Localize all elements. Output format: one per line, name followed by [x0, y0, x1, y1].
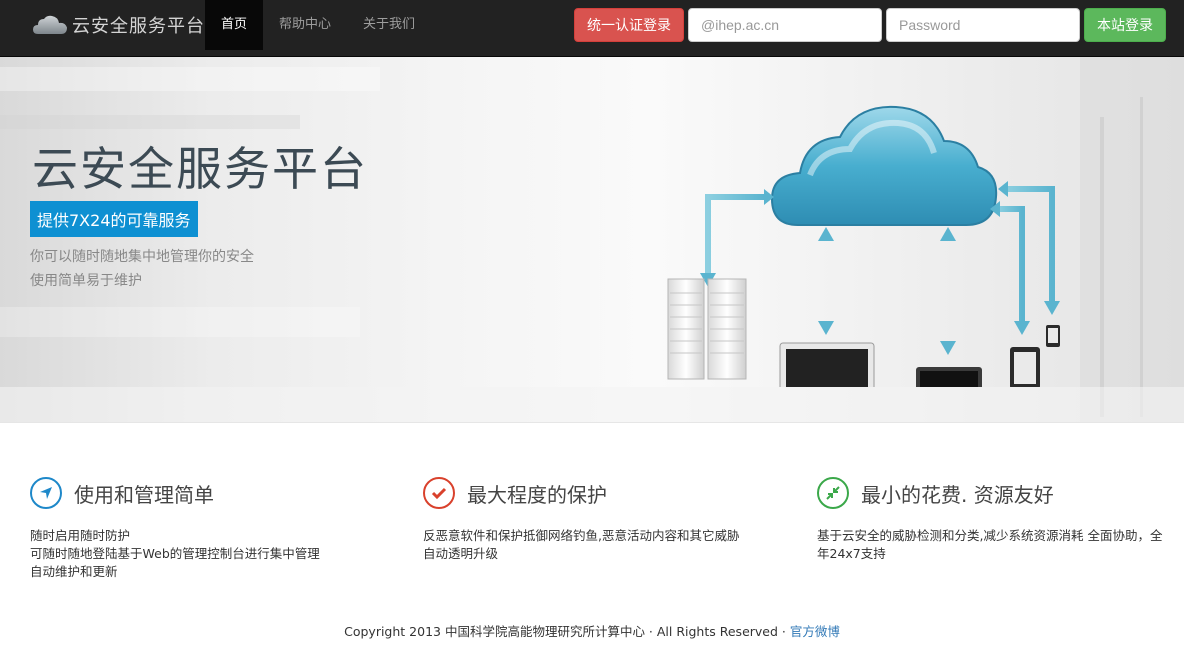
- cloud-logo-icon: [33, 15, 67, 35]
- feature-line: 自动透明升级: [423, 546, 499, 561]
- brand[interactable]: 云安全服务平台: [32, 0, 205, 50]
- login-form: 统一认证登录 本站登录: [574, 8, 1166, 42]
- cloud-network-illustration: [667, 105, 1060, 387]
- feature-title: 使用和管理简单: [74, 482, 214, 507]
- feature-description: 反恶意软件和保护抵御网络钓鱼,恶意活动内容和其它威胁 自动透明升级: [423, 527, 783, 563]
- unified-login-button[interactable]: 统一认证登录: [574, 8, 684, 42]
- feature-line: 年24x7支持: [817, 546, 886, 561]
- main-nav: 首页 帮助中心 关于我们: [205, 0, 431, 50]
- monitor-icon: [779, 342, 875, 387]
- feature-header: 最小的花费. 资源友好: [817, 475, 1177, 511]
- hero-desc-line: 使用简单易于维护: [30, 273, 142, 289]
- hero-badge: 提供7X24的可靠服务: [30, 201, 198, 237]
- feature-line: 随时启用随时防护: [30, 528, 131, 543]
- hero-title: 云安全服务平台: [32, 142, 368, 196]
- feature-header: 使用和管理简单: [30, 475, 390, 511]
- feature-line: 反恶意软件和保护抵御网络钓鱼,恶意活动内容和其它威胁: [423, 528, 740, 543]
- nav-item-help[interactable]: 帮助中心: [263, 0, 347, 50]
- feature-low-cost: 最小的花费. 资源友好 基于云安全的威胁检测和分类,减少系统资源消耗 全面协助，…: [817, 475, 1177, 563]
- feature-line: 可随时随地登陆基于Web的管理控制台进行集中管理: [30, 546, 320, 561]
- feature-max-protection: 最大程度的保护 反恶意软件和保护抵御网络钓鱼,恶意活动内容和其它威胁 自动透明升…: [423, 475, 783, 563]
- username-input[interactable]: [688, 8, 882, 42]
- nav-item-home[interactable]: 首页: [205, 0, 264, 50]
- nav-item-about[interactable]: 关于我们: [347, 0, 431, 50]
- copyright-text: Copyright 2013 中国科学院高能物理研究所计算中心 · All Ri…: [344, 624, 786, 639]
- weibo-link[interactable]: 官方微博: [790, 624, 840, 639]
- feature-line: 基于云安全的威胁检测和分类,减少系统资源消耗 全面协助，全: [817, 528, 1163, 543]
- hero-description: 你可以随时随地集中地管理你的安全 使用简单易于维护: [30, 245, 254, 293]
- navigation-arrow-icon: [30, 477, 62, 509]
- footer: Copyright 2013 中国科学院高能物理研究所计算中心 · All Ri…: [0, 621, 1184, 640]
- feature-title: 最大程度的保护: [467, 482, 607, 507]
- password-input[interactable]: [886, 8, 1080, 42]
- feature-description: 随时启用随时防护 可随时随地登陆基于Web的管理控制台进行集中管理 自动维护和更…: [30, 527, 390, 581]
- top-navbar: 云安全服务平台 首页 帮助中心 关于我们 统一认证登录 本站登录: [0, 0, 1184, 57]
- tablet-icon: [1010, 347, 1040, 387]
- local-login-button[interactable]: 本站登录: [1084, 8, 1166, 42]
- compress-arrows-icon: [817, 477, 849, 509]
- brand-title: 云安全服务平台: [72, 16, 205, 37]
- checkmark-icon: [423, 477, 455, 509]
- phone-icon: [1046, 325, 1060, 347]
- feature-description: 基于云安全的威胁检测和分类,减少系统资源消耗 全面协助，全 年24x7支持: [817, 527, 1177, 563]
- hero-desc-line: 你可以随时随地集中地管理你的安全: [30, 249, 254, 265]
- feature-header: 最大程度的保护: [423, 475, 783, 511]
- hero-banner: 云安全服务平台 提供7X24的可靠服务 你可以随时随地集中地管理你的安全 使用简…: [0, 57, 1184, 423]
- feature-easy-management: 使用和管理简单 随时启用随时防护 可随时随地登陆基于Web的管理控制台进行集中管…: [30, 475, 390, 581]
- feature-line: 自动维护和更新: [30, 564, 118, 579]
- server-icon: [667, 278, 747, 380]
- feature-title: 最小的花费. 资源友好: [861, 482, 1054, 507]
- laptop-icon: [916, 367, 982, 387]
